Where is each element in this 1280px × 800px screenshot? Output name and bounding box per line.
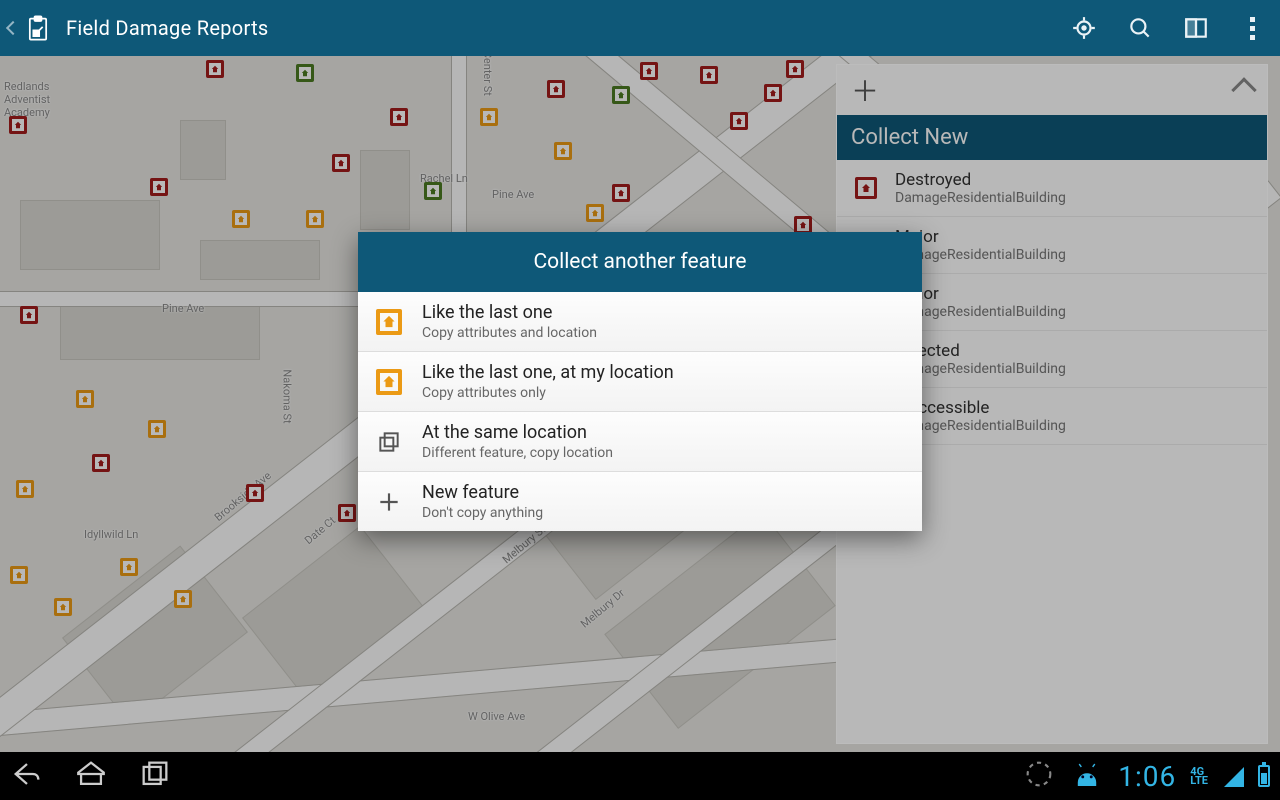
collect-panel-header[interactable]: ＋ [837, 65, 1267, 115]
action-bar: Field Damage Reports [0, 0, 1280, 56]
chevron-left-icon [6, 21, 20, 35]
overflow-icon [1250, 17, 1255, 40]
nav-back-button[interactable] [10, 757, 44, 795]
dialog-option-title: New feature [422, 482, 543, 503]
back-button[interactable]: Field Damage Reports [8, 0, 269, 56]
dialog-option-title: Like the last one, at my location [422, 362, 674, 383]
dialog-option-sub: Different feature, copy location [422, 445, 613, 461]
template-label: Destroyed [895, 170, 1066, 190]
dialog-option-title: Like the last one [422, 302, 597, 323]
damage-symbol-icon [855, 177, 877, 199]
damage-symbol-icon [376, 369, 402, 395]
settings-status-icon [1022, 757, 1056, 795]
battery-icon [1258, 765, 1270, 787]
nav-recent-button[interactable] [138, 757, 172, 795]
collect-another-dialog: Collect another feature Like the last on… [358, 232, 922, 531]
dialog-option[interactable]: At the same location Different feature, c… [358, 412, 922, 472]
android-status-icon [1070, 757, 1104, 795]
status-time: 1:06 [1118, 760, 1176, 793]
android-nav-bar: 1:06 4GLTE [0, 752, 1280, 800]
signal-icon [1222, 765, 1244, 787]
plus-icon [376, 489, 402, 515]
status-network: 4GLTE [1190, 767, 1208, 785]
overflow-button[interactable] [1224, 0, 1280, 56]
template-layer: DamageResidentialBuilding [895, 190, 1066, 206]
damage-symbol-icon [376, 309, 402, 335]
locate-button[interactable] [1056, 0, 1112, 56]
dialog-option[interactable]: Like the last one Copy attributes and loc… [358, 292, 922, 352]
layers-button[interactable] [1168, 0, 1224, 56]
app-icon [24, 14, 52, 42]
chevron-up-icon [1231, 77, 1256, 102]
dialog-option[interactable]: Like the last one, at my location Copy at… [358, 352, 922, 412]
dialog-option[interactable]: New feature Don't copy anything [358, 472, 922, 531]
dialog-option-sub: Copy attributes only [422, 385, 674, 401]
location-copy-icon [376, 429, 402, 455]
dialog-option-sub: Don't copy anything [422, 505, 543, 521]
dialog-option-sub: Copy attributes and location [422, 325, 597, 341]
collect-panel-title: Collect New [837, 115, 1267, 160]
dialog-title: Collect another feature [358, 232, 922, 292]
search-button[interactable] [1112, 0, 1168, 56]
nav-home-button[interactable] [74, 757, 108, 795]
collect-template-item[interactable]: DestroyedDamageResidentialBuilding [837, 160, 1267, 217]
dialog-option-title: At the same location [422, 422, 613, 443]
plus-icon: ＋ [851, 70, 879, 110]
app-title: Field Damage Reports [66, 16, 269, 40]
